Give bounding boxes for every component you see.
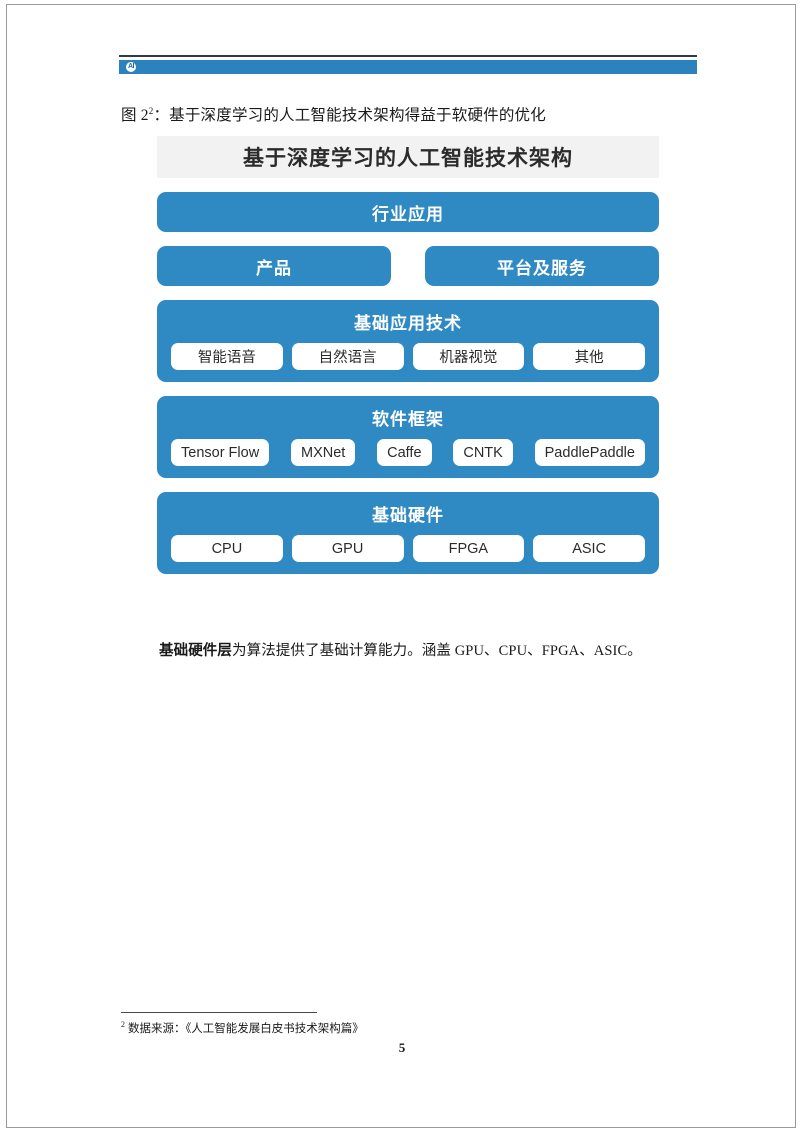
document-page: AI 图 22：基于深度学习的人工智能技术架构得益于软硬件的优化 基于深度学习的…	[6, 4, 796, 1128]
page-number: 5	[398, 1040, 406, 1055]
layer-foundational-application-technology-label: 基础应用技术	[354, 314, 462, 333]
layer-foundational-application-technology: 基础应用技术 智能语音 自然语言 机器视觉 其他	[157, 300, 659, 382]
list-item: Caffe	[377, 439, 432, 466]
running-header: AI	[119, 55, 697, 74]
ai-circle-logo-icon: AI	[124, 60, 138, 74]
list-item: ASIC	[533, 535, 645, 562]
header-top-rule	[119, 55, 697, 57]
list-item: CNTK	[453, 439, 513, 466]
footnote-separator	[121, 1012, 317, 1013]
architecture-diagram: 基于深度学习的人工智能技术架构 行业应用 产品 平台及服务 基础应用技术 智能语…	[157, 136, 659, 574]
list-item: PaddlePaddle	[534, 439, 645, 466]
figure-caption-text: ：基于深度学习的人工智能技术架构得益于软硬件的优化	[153, 107, 546, 124]
list-item: GPU	[291, 535, 404, 562]
list-item: 其他	[533, 343, 645, 370]
footnote-marker: 2	[121, 1020, 125, 1030]
foundational-hardware-items: CPU GPU FPGA ASIC	[171, 535, 645, 562]
layer-software-framework-label: 软件框架	[372, 410, 444, 429]
software-framework-items: Tensor Flow MXNet Caffe CNTK PaddlePaddl…	[171, 439, 645, 466]
figure-caption-prefix: 图 2	[121, 107, 149, 124]
body-paragraph-rest: 为算法提供了基础计算能力。涵盖 GPU、CPU、FPGA、ASIC。	[232, 643, 642, 659]
list-item: CPU	[171, 535, 283, 562]
list-item: FPGA	[412, 535, 525, 562]
list-item: 机器视觉	[412, 343, 525, 370]
footnote-block: 2 数据来源：《人工智能发展白皮书技术架构篇》	[121, 1012, 421, 1036]
list-item: 自然语言	[291, 343, 404, 370]
diagram-title: 基于深度学习的人工智能技术架构	[157, 136, 659, 178]
foundational-application-technology-items: 智能语音 自然语言 机器视觉 其他	[171, 343, 645, 370]
layer-software-framework: 软件框架 Tensor Flow MXNet Caffe CNTK Paddle…	[157, 396, 659, 478]
list-item: MXNet	[290, 439, 356, 466]
body-paragraph-lead: 基础硬件层	[159, 643, 232, 659]
layer-industry-application: 行业应用	[157, 192, 659, 232]
body-paragraph: 基础硬件层为算法提供了基础计算能力。涵盖 GPU、CPU、FPGA、ASIC。	[159, 639, 699, 664]
layer-foundational-hardware: 基础硬件 CPU GPU FPGA ASIC	[157, 492, 659, 574]
footnote-entry: 2 数据来源：《人工智能发展白皮书技术架构篇》	[121, 1020, 421, 1036]
figure-caption: 图 22：基于深度学习的人工智能技术架构得益于软硬件的优化	[121, 103, 546, 125]
list-item: 智能语音	[171, 343, 283, 370]
layer-product-platform: 产品 平台及服务	[157, 246, 659, 286]
list-item: Tensor Flow	[171, 439, 270, 466]
layer-foundational-hardware-label: 基础硬件	[372, 506, 444, 525]
header-blue-bar: AI	[119, 60, 697, 74]
layer-platform-services: 平台及服务	[425, 246, 659, 286]
footnote-text: 数据来源：《人工智能发展白皮书技术架构篇》	[128, 1023, 364, 1035]
layer-product: 产品	[157, 246, 391, 286]
